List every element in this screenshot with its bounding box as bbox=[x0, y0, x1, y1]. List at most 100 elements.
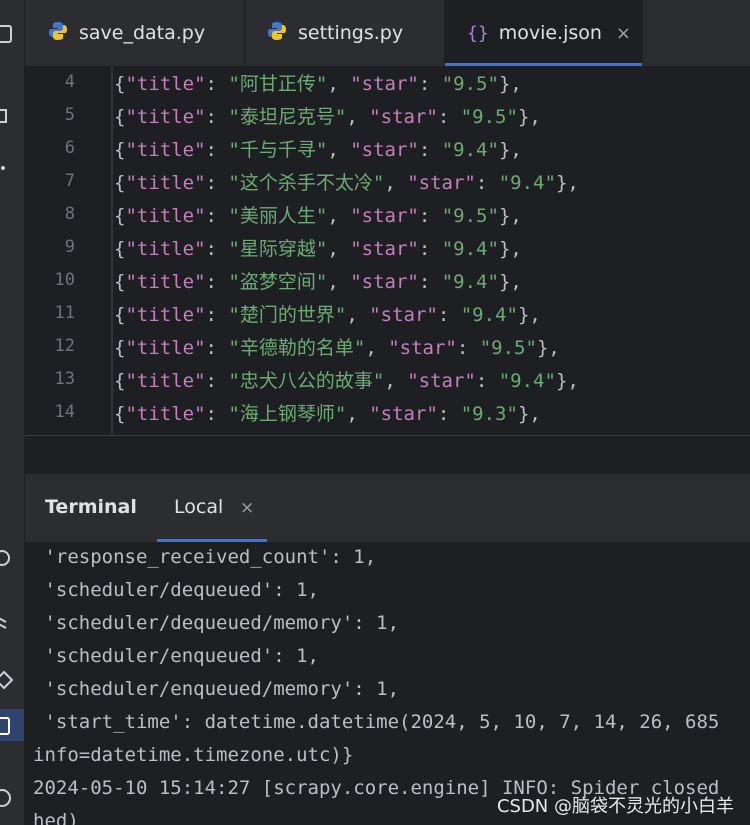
watermark: CSDN @脑袋不灵光的小白羊 bbox=[496, 796, 734, 817]
json-key: "title" bbox=[125, 304, 206, 326]
code-editor[interactable]: 4 {"title": "阿甘正传", "star": "9.5"}, 5 {"tit… bbox=[25, 67, 750, 435]
json-key: "star" bbox=[369, 304, 438, 326]
services-icon[interactable] bbox=[0, 668, 24, 692]
json-value: "9.4" bbox=[441, 139, 499, 161]
json-value: "9.5" bbox=[479, 337, 537, 359]
json-key: "star" bbox=[369, 403, 438, 425]
code-text: {"title": "楚门的世界", "star": "9.4"}, bbox=[114, 300, 541, 327]
python-console-icon[interactable] bbox=[0, 546, 24, 570]
code-line: 7 {"title": "这个杀手不太冷", "star": "9.4"}, bbox=[25, 166, 750, 199]
punctuation: { bbox=[114, 370, 126, 392]
json-value: "9.4" bbox=[460, 304, 518, 326]
python-icon bbox=[47, 20, 69, 46]
json-value: "9.3" bbox=[460, 403, 518, 425]
punctuation: }, bbox=[498, 73, 522, 95]
punctuation: , bbox=[384, 370, 408, 392]
punctuation: : bbox=[475, 172, 499, 194]
json-key: "star" bbox=[350, 139, 419, 161]
tab-movie-json[interactable]: {} movie.json × bbox=[445, 0, 643, 66]
json-braces-icon: {} bbox=[467, 22, 489, 44]
json-value: "阿甘正传" bbox=[228, 73, 328, 95]
tab-settings-py[interactable]: settings.py bbox=[245, 0, 445, 66]
line-number: 9 bbox=[64, 237, 75, 257]
tab-local[interactable]: Local × bbox=[157, 474, 267, 542]
terminal-line: info=datetime.timezone.utc)} bbox=[33, 744, 354, 766]
terminal-line: 'start_time': datetime.datetime(2024, 5,… bbox=[33, 711, 720, 733]
json-value: "9.4" bbox=[441, 238, 499, 260]
structure-icon[interactable] bbox=[0, 104, 24, 128]
terminal-header: Terminal Local × bbox=[25, 474, 750, 542]
punctuation: : bbox=[205, 337, 229, 359]
punctuation: { bbox=[114, 172, 126, 194]
json-key: "star" bbox=[350, 238, 419, 260]
code-line: 9 {"title": "星际穿越", "star": "9.4"}, bbox=[25, 232, 750, 265]
punctuation: { bbox=[114, 271, 126, 293]
tab-save-data-py[interactable]: save_data.py bbox=[25, 0, 245, 66]
punctuation: , bbox=[346, 106, 370, 128]
punctuation: : bbox=[205, 139, 229, 161]
code-line: 10 {"title": "盗梦空间", "star": "9.4"}, bbox=[25, 265, 750, 298]
json-key: "star" bbox=[350, 271, 419, 293]
editor-tab-bar: save_data.py settings.py {} movie.json × bbox=[25, 0, 750, 67]
line-number: 8 bbox=[64, 204, 75, 224]
json-value: "千与千寻" bbox=[228, 139, 328, 161]
code-line: 13 {"title": "忠犬八公的故事", "star": "9.4"}, bbox=[25, 364, 750, 397]
more-icon[interactable] bbox=[0, 156, 24, 180]
punctuation: { bbox=[114, 106, 126, 128]
punctuation: : bbox=[205, 370, 229, 392]
tool-window-strip bbox=[0, 0, 25, 825]
project-icon[interactable] bbox=[0, 22, 24, 46]
json-key: "title" bbox=[125, 403, 206, 425]
punctuation: { bbox=[114, 73, 126, 95]
json-key: "title" bbox=[125, 73, 206, 95]
punctuation: , bbox=[346, 304, 370, 326]
punctuation: { bbox=[114, 403, 126, 425]
punctuation: , bbox=[327, 238, 351, 260]
punctuation: }, bbox=[498, 238, 522, 260]
json-key: "star" bbox=[407, 370, 476, 392]
punctuation: , bbox=[327, 73, 351, 95]
layers-icon[interactable] bbox=[0, 608, 24, 632]
json-key: "star" bbox=[407, 172, 476, 194]
punctuation: }, bbox=[536, 337, 560, 359]
punctuation: , bbox=[346, 403, 370, 425]
tab-label: save_data.py bbox=[79, 22, 206, 44]
terminal-icon[interactable] bbox=[0, 714, 24, 738]
code-text: {"title": "忠犬八公的故事", "star": "9.4"}, bbox=[114, 366, 579, 393]
punctuation: : bbox=[205, 73, 229, 95]
punctuation: }, bbox=[498, 205, 522, 227]
json-key: "title" bbox=[125, 172, 206, 194]
line-number: 4 bbox=[64, 72, 75, 92]
punctuation: : bbox=[205, 205, 229, 227]
json-key: "title" bbox=[125, 271, 206, 293]
json-key: "star" bbox=[350, 73, 419, 95]
code-text: {"title": "美丽人生", "star": "9.5"}, bbox=[114, 201, 522, 228]
json-value: "9.5" bbox=[441, 73, 499, 95]
close-icon[interactable]: × bbox=[616, 23, 631, 44]
punctuation: : bbox=[205, 403, 229, 425]
code-line: 5 {"title": "泰坦尼克号", "star": "9.5"}, bbox=[25, 100, 750, 133]
terminal-line: 'scheduler/dequeued': 1, bbox=[33, 579, 319, 601]
json-value: "辛德勒的名单" bbox=[228, 337, 366, 359]
code-line: 4 {"title": "阿甘正传", "star": "9.5"}, bbox=[25, 67, 750, 100]
code-text: {"title": "盗梦空间", "star": "9.4"}, bbox=[114, 267, 522, 294]
line-number: 5 bbox=[64, 105, 75, 125]
punctuation: : bbox=[418, 139, 442, 161]
python-icon bbox=[266, 20, 288, 46]
punctuation: : bbox=[437, 106, 461, 128]
punctuation: : bbox=[205, 238, 229, 260]
punctuation: : bbox=[205, 172, 229, 194]
punctuation: , bbox=[327, 139, 351, 161]
json-value: "盗梦空间" bbox=[228, 271, 328, 293]
terminal-line: 'scheduler/enqueued': 1, bbox=[33, 645, 319, 667]
punctuation: , bbox=[327, 271, 351, 293]
punctuation: : bbox=[437, 304, 461, 326]
code-text: {"title": "这个杀手不太冷", "star": "9.4"}, bbox=[114, 168, 579, 195]
json-value: "9.4" bbox=[498, 172, 556, 194]
close-icon[interactable]: × bbox=[240, 498, 254, 518]
terminal-output[interactable]: 'response_received_count': 1, 'scheduler… bbox=[25, 542, 750, 825]
problems-icon[interactable] bbox=[0, 786, 24, 810]
punctuation: , bbox=[384, 172, 408, 194]
line-number: 14 bbox=[54, 402, 75, 422]
punctuation: { bbox=[114, 205, 126, 227]
